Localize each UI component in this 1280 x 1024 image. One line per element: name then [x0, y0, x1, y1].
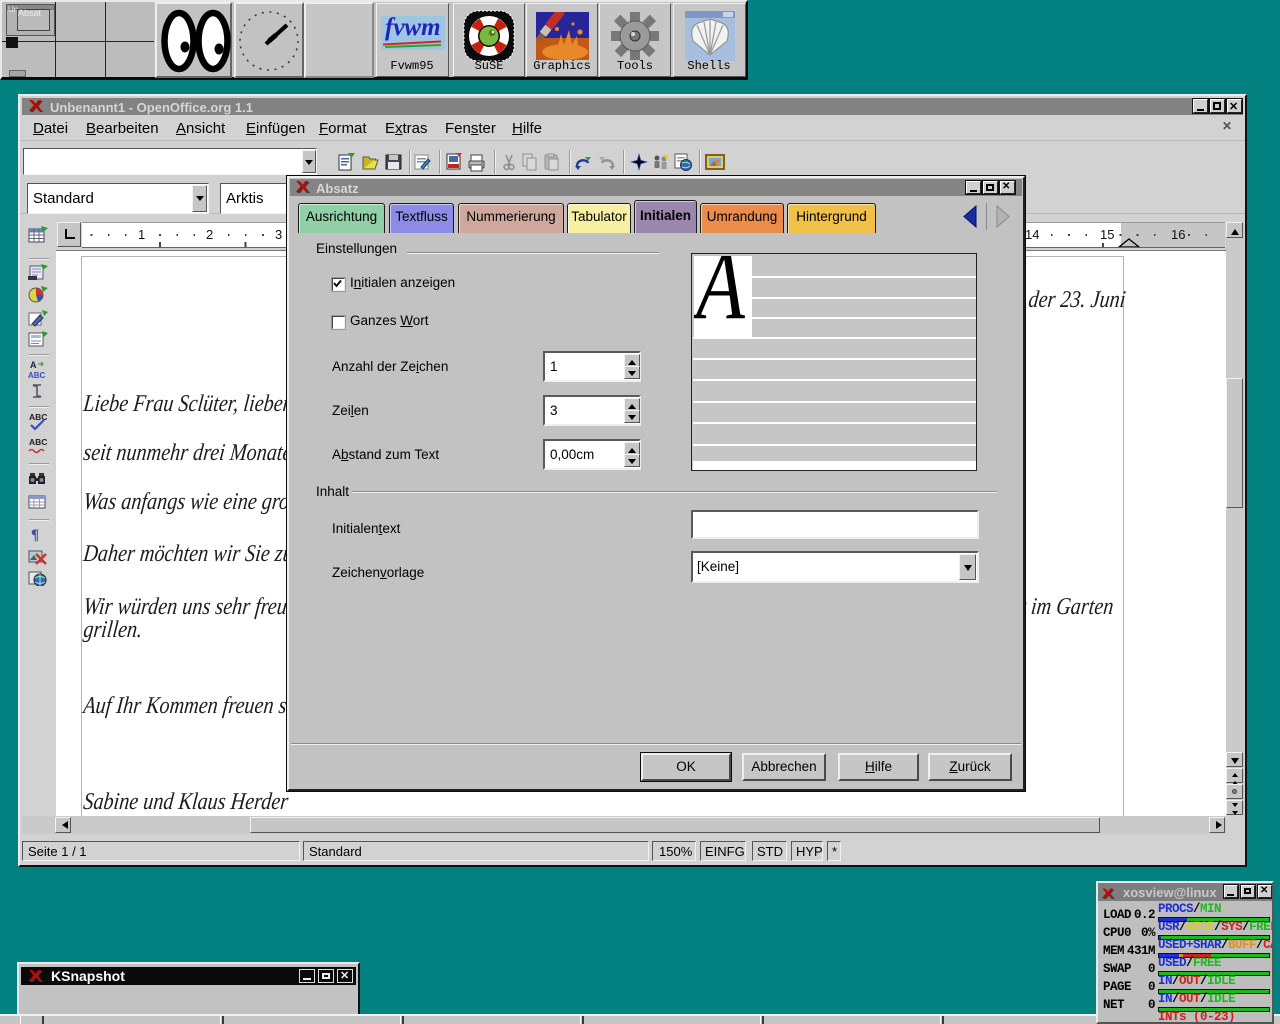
svg-text:A: A [30, 360, 37, 370]
svg-text:¶: ¶ [31, 527, 39, 543]
svg-text:ABC: ABC [29, 437, 47, 447]
svg-text:ABC: ABC [28, 371, 46, 380]
svg-text:ABC: ABC [29, 412, 47, 422]
